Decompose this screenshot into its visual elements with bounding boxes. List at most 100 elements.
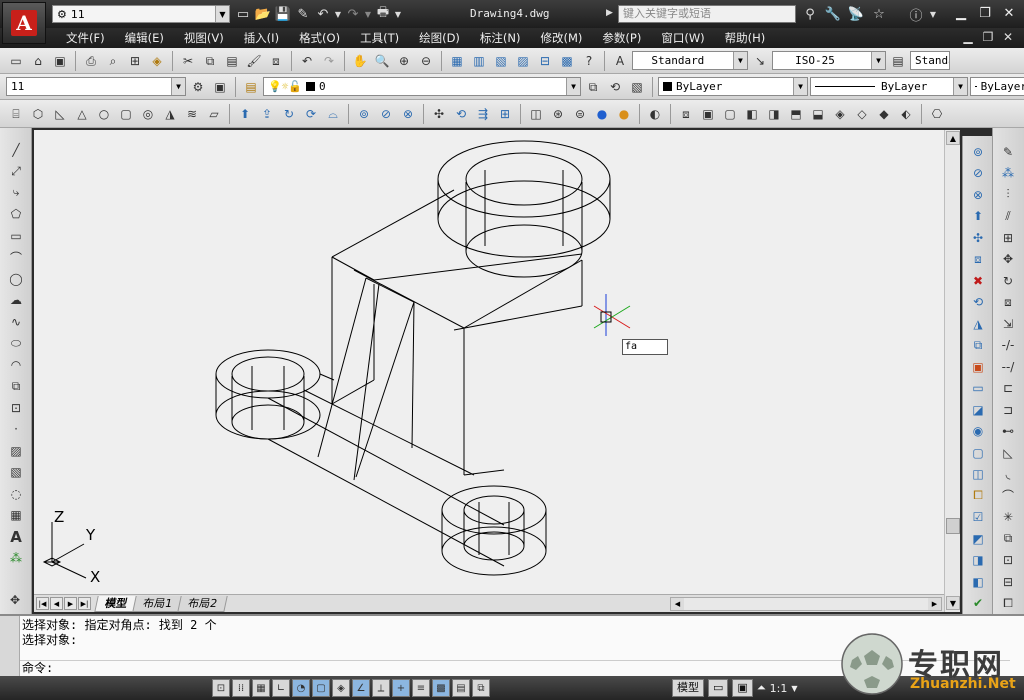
undo-icon[interactable]: ↶ bbox=[314, 5, 332, 23]
box-icon[interactable]: ⬡ bbox=[28, 104, 48, 124]
search-expand-icon[interactable]: ▶ bbox=[606, 8, 613, 18]
color-edges-icon[interactable]: ◪ bbox=[967, 400, 989, 420]
design-center-icon[interactable]: ▥ bbox=[469, 51, 489, 71]
menu-window[interactable]: 窗口(W) bbox=[651, 30, 714, 46]
add-selected-icon[interactable]: ⁂ bbox=[5, 549, 27, 569]
workspace-settings-icon[interactable]: ⚙ bbox=[188, 77, 208, 97]
redo-icon[interactable]: ↷ bbox=[344, 5, 362, 23]
menu-draw[interactable]: 绘图(D) bbox=[409, 30, 470, 46]
polygon-icon[interactable]: ⬠ bbox=[5, 205, 27, 225]
loft-icon[interactable]: ⌓ bbox=[323, 104, 343, 124]
fillet-icon[interactable]: ◟ bbox=[997, 465, 1019, 485]
ellipse-icon[interactable]: ⬭ bbox=[5, 334, 27, 354]
first-tab-icon[interactable]: |◀ bbox=[36, 597, 49, 610]
menu-modify[interactable]: 修改(M) bbox=[531, 30, 593, 46]
annotation-scale-value[interactable]: 1:1 bbox=[770, 682, 788, 695]
copy-faces-icon[interactable]: ⧉ bbox=[967, 336, 989, 356]
group-icon[interactable]: ⊡ bbox=[997, 551, 1019, 571]
join-icon[interactable]: ⊷ bbox=[997, 422, 1019, 442]
snap-mode-icon[interactable]: ⁞⁞ bbox=[232, 679, 250, 697]
prev-tab-icon[interactable]: ◀ bbox=[50, 597, 63, 610]
sphere-icon[interactable]: ○ bbox=[94, 104, 114, 124]
cut-icon[interactable]: ✂ bbox=[178, 51, 198, 71]
region-icon[interactable]: ◌ bbox=[5, 484, 27, 504]
chevron-down-icon[interactable]: ▼ bbox=[791, 684, 797, 693]
table-icon[interactable]: ▦ bbox=[5, 506, 27, 526]
tool-palettes-icon[interactable]: ▧ bbox=[491, 51, 511, 71]
explode-icon[interactable]: ✳ bbox=[997, 508, 1019, 528]
delete-faces-icon[interactable]: ✖ bbox=[967, 271, 989, 291]
view-sw-iso-icon[interactable]: ◈ bbox=[830, 104, 850, 124]
view-back-icon[interactable]: ⬓ bbox=[808, 104, 828, 124]
hatch-icon[interactable]: ▨ bbox=[5, 441, 27, 461]
visual-style-wire-icon[interactable]: ⊛ bbox=[548, 104, 568, 124]
pyramid-icon[interactable]: ◮ bbox=[160, 104, 180, 124]
menu-view[interactable]: 视图(V) bbox=[174, 30, 234, 46]
break-at-point-icon[interactable]: ⊏ bbox=[997, 379, 1019, 399]
object-snap-tracking-icon[interactable]: ∠ bbox=[352, 679, 370, 697]
point-icon[interactable]: · bbox=[5, 420, 27, 440]
new-file-icon[interactable]: ▭ bbox=[234, 5, 252, 23]
lineweight-select[interactable]: ByLayer bbox=[970, 77, 1024, 96]
dynamic-ucs-icon[interactable]: ⟂ bbox=[372, 679, 390, 697]
section-icon[interactable]: ◨ bbox=[967, 551, 989, 571]
zoom-previous-icon[interactable]: ⊖ bbox=[416, 51, 436, 71]
quick-view-drawings-icon[interactable]: ▣ bbox=[732, 679, 753, 697]
plot-icon[interactable]: 🖶 bbox=[374, 5, 392, 23]
planar-surface-icon[interactable]: ▱ bbox=[204, 104, 224, 124]
check-solid-icon[interactable]: ✔ bbox=[967, 594, 989, 614]
vertical-scrollbar[interactable]: ▲ ▼ bbox=[944, 130, 960, 612]
camera-icon[interactable]: ⎔ bbox=[927, 104, 947, 124]
qa-customize-icon[interactable]: ▼ bbox=[394, 5, 402, 23]
scroll-right-icon[interactable]: ▶ bbox=[928, 598, 941, 610]
linetype-select[interactable]: ByLayer ▼ bbox=[810, 77, 968, 96]
visual-style-conceptual-icon[interactable]: ● bbox=[614, 104, 634, 124]
restore-icon[interactable]: ❐ bbox=[974, 4, 996, 22]
revision-cloud-icon[interactable]: ☁ bbox=[5, 291, 27, 311]
chevron-down-icon[interactable]: ▼ bbox=[566, 78, 580, 95]
tab-layout2[interactable]: 布局2 bbox=[177, 596, 228, 612]
chevron-down-icon[interactable]: ▼ bbox=[171, 78, 185, 95]
communication-icon[interactable]: 📡 bbox=[846, 5, 866, 23]
mirror-icon[interactable]: ⫶ bbox=[997, 185, 1019, 205]
extrude-icon[interactable]: ⬆ bbox=[235, 104, 255, 124]
workspace-combo[interactable]: 11 ▼ bbox=[6, 77, 186, 96]
qnew-icon[interactable]: ▭ bbox=[6, 51, 26, 71]
doc-minimize-icon[interactable]: ▁ bbox=[960, 30, 976, 44]
favorites-star-icon[interactable]: ☆ bbox=[869, 5, 889, 23]
ortho-mode-icon[interactable]: ∟ bbox=[272, 679, 290, 697]
save-workspace-icon[interactable]: ▣ bbox=[210, 77, 230, 97]
chevron-down-icon[interactable]: ▼ bbox=[215, 6, 229, 22]
visual-style-realistic-icon[interactable]: ● bbox=[592, 104, 612, 124]
save-icon[interactable]: 💾 bbox=[274, 5, 292, 23]
paste-icon[interactable]: ▤ bbox=[222, 51, 242, 71]
chevron-down-icon[interactable]: ▼ bbox=[793, 78, 807, 95]
3d-array-icon[interactable]: ⊞ bbox=[495, 104, 515, 124]
view-left-icon[interactable]: ◧ bbox=[742, 104, 762, 124]
subtract-icon[interactable]: ⊘ bbox=[967, 164, 989, 184]
menu-format[interactable]: 格式(O) bbox=[289, 30, 350, 46]
undo-dropdown-icon[interactable]: ▼ bbox=[334, 5, 342, 23]
view-front-icon[interactable]: ⬒ bbox=[786, 104, 806, 124]
help-icon[interactable]: ? bbox=[579, 51, 599, 71]
polyline-icon[interactable]: ⤷ bbox=[5, 183, 27, 203]
tab-model[interactable]: 模型 bbox=[94, 596, 138, 612]
helix-icon[interactable]: ≋ bbox=[182, 104, 202, 124]
dynamic-input-field[interactable]: fa bbox=[622, 339, 668, 355]
close-icon[interactable]: ✕ bbox=[998, 4, 1020, 22]
trim-icon[interactable]: -/- bbox=[997, 336, 1019, 356]
subtract-icon[interactable]: ⊘ bbox=[376, 104, 396, 124]
rectangle-icon[interactable]: ▭ bbox=[5, 226, 27, 246]
quick-properties-icon[interactable]: ▤ bbox=[452, 679, 470, 697]
view-ne-iso-icon[interactable]: ◆ bbox=[874, 104, 894, 124]
stretch-icon[interactable]: ⇲ bbox=[997, 314, 1019, 334]
selection-cycling-icon[interactable]: ⧉ bbox=[472, 679, 490, 697]
zoom-realtime-icon[interactable]: 🔍 bbox=[372, 51, 392, 71]
scroll-up-icon[interactable]: ▲ bbox=[946, 131, 960, 145]
ellipse-arc-icon[interactable]: ◠ bbox=[5, 355, 27, 375]
visual-style-2d-icon[interactable]: ◫ bbox=[526, 104, 546, 124]
last-tab-icon[interactable]: ▶| bbox=[78, 597, 91, 610]
dynamic-input-icon[interactable]: + bbox=[392, 679, 410, 697]
horizontal-scrollbar[interactable]: ◀ ▶ bbox=[670, 597, 942, 611]
save-icon[interactable]: ▣ bbox=[50, 51, 70, 71]
